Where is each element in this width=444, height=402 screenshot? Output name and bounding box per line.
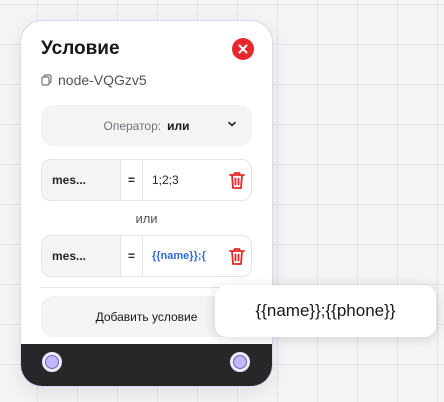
output-handle[interactable] <box>230 352 250 372</box>
operator-select[interactable]: Оператор: или <box>41 105 252 146</box>
delete-condition-button[interactable] <box>223 160 251 200</box>
operator-value: или <box>167 118 190 133</box>
condition-row: mes... = 1;2;3 <box>41 159 252 201</box>
operator-label: Оператор: <box>103 118 162 133</box>
trash-icon <box>229 248 245 265</box>
copy-icon <box>41 74 52 86</box>
condition-field[interactable]: mes... <box>42 160 120 200</box>
node-footer <box>21 344 272 386</box>
condition-row: mes... = {{name}};{ <box>41 235 252 277</box>
input-handle[interactable] <box>42 352 62 372</box>
delete-condition-button[interactable] <box>223 236 251 276</box>
condition-operator[interactable]: = <box>120 160 143 200</box>
chevron-down-icon <box>228 121 236 127</box>
condition-field[interactable]: mes... <box>42 236 120 276</box>
close-button[interactable] <box>232 38 254 60</box>
node-title: Условие <box>41 38 120 59</box>
close-icon <box>238 44 248 54</box>
trash-icon <box>229 172 245 189</box>
condition-operator[interactable]: = <box>120 236 143 276</box>
value-tooltip: {{name}};{{phone}} <box>215 285 436 337</box>
or-separator: или <box>135 211 158 226</box>
node-id-row[interactable]: node-VQGzv5 <box>41 72 147 88</box>
condition-value[interactable]: {{name}};{ <box>143 236 223 276</box>
node-id: node-VQGzv5 <box>58 72 147 88</box>
condition-value[interactable]: 1;2;3 <box>143 160 223 200</box>
